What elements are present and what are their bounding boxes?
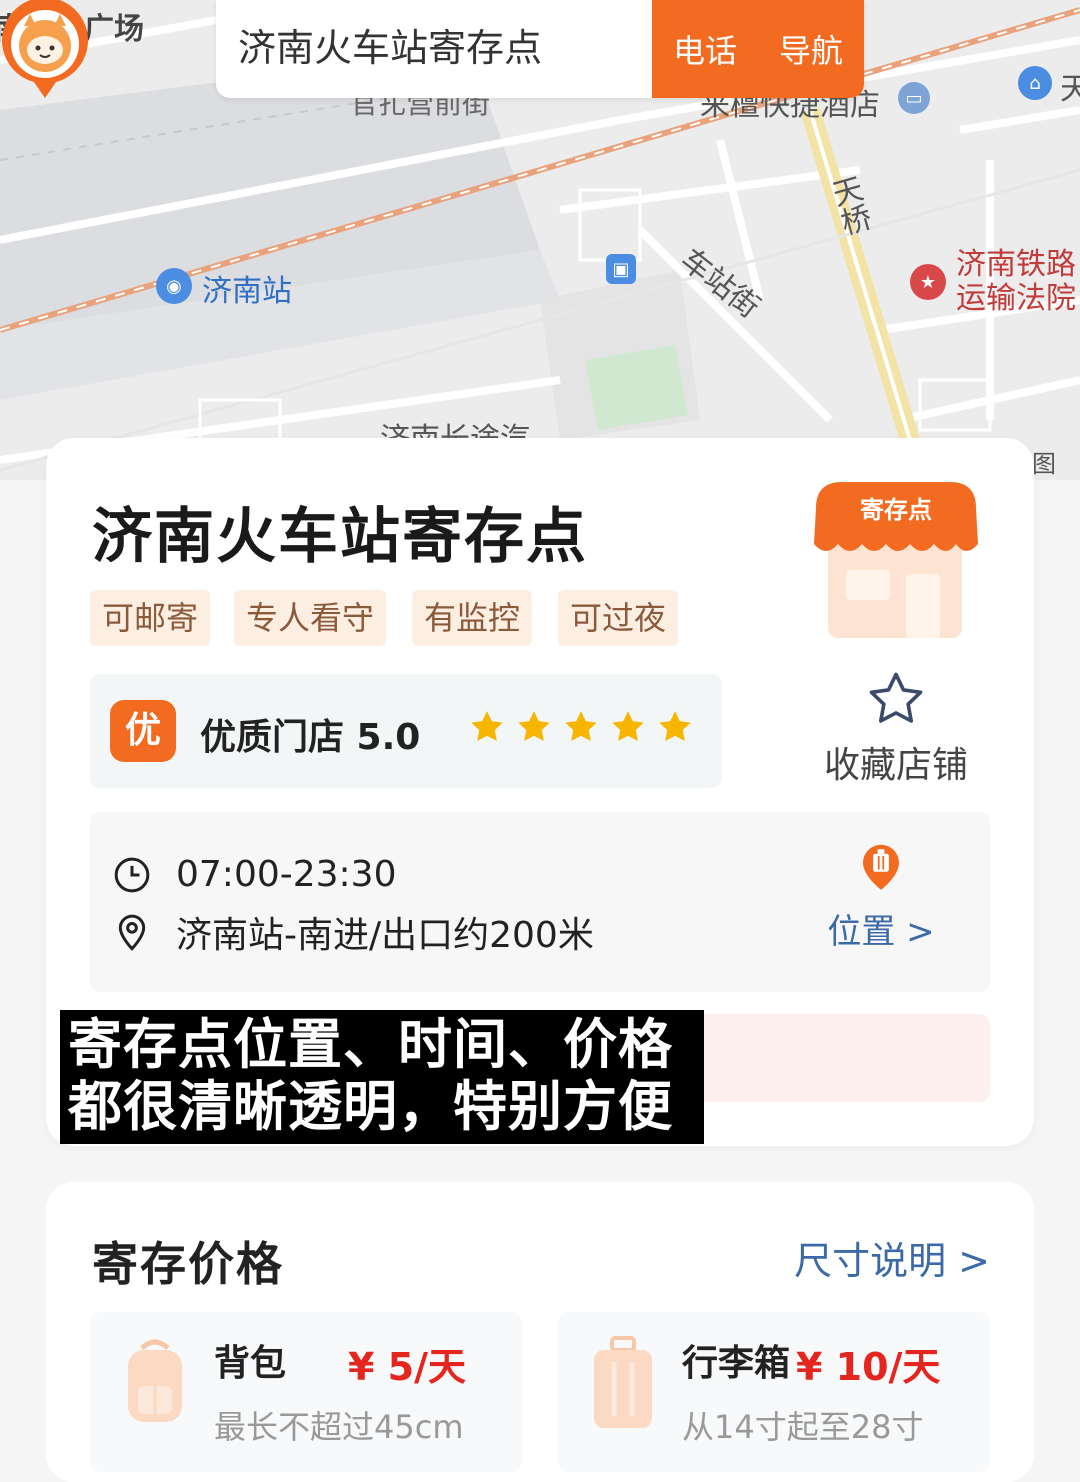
star-rating <box>468 708 694 746</box>
call-label: 电话 <box>672 32 737 70</box>
map-label-court-line1: 济南铁路 <box>956 247 1076 282</box>
caption-line-2: 都很清晰透明，特别方便 <box>68 1075 673 1138</box>
location-label: 位置 > <box>827 912 935 952</box>
video-caption: 寄存点位置、时间、价格 都很清晰透明，特别方便 <box>60 1010 704 1144</box>
star-filled-icon <box>471 711 503 741</box>
star-filled-icon <box>518 711 550 741</box>
tag-mail: 可邮寄 <box>90 590 211 646</box>
pricing-title: 寄存价格 <box>92 1237 284 1291</box>
bus-stop-icon: ▣ <box>606 254 636 284</box>
rating-box: 优 优质门店 5.0 <box>90 674 722 788</box>
address-text: 济南站-南进/出口约200米 <box>176 915 594 956</box>
price-item-backpack[interactable]: 背包 ¥ 5/天 最长不超过45cm <box>90 1312 522 1472</box>
navigate-button[interactable]: 导航 <box>220 0 864 98</box>
court-icon: ★ <box>910 264 946 300</box>
suitcase-desc: 从14寸起至28寸 <box>682 1408 924 1446</box>
backpack-name: 背包 <box>214 1343 287 1384</box>
hotel-icon: ▭ <box>898 82 930 114</box>
map-view[interactable]: 南站北广场 官扎营前街 来檀快捷酒店 ▭ ⌂ 天 ◉ 济南站 ▣ 车站街 天桥 … <box>0 0 1080 480</box>
tag-monitored: 有监控 <box>412 590 533 646</box>
backpack-icon <box>128 1339 182 1422</box>
star-filled-icon <box>565 711 597 741</box>
map-label-right-edge: 天 <box>1060 72 1080 107</box>
suitcase-price: ¥ 10/天 <box>796 1345 941 1389</box>
clock-icon <box>114 857 150 892</box>
storefront-illustration: 寄存点 <box>814 482 978 638</box>
tag-overnight: 可过夜 <box>558 590 679 646</box>
navigate-label: 导航 <box>778 32 843 70</box>
storefront-sign-text: 寄存点 <box>860 496 932 524</box>
tag-guarded: 专人看守 <box>234 590 387 646</box>
storage-location-pin-icon[interactable] <box>0 0 90 100</box>
topbar-actions: 电话 导航 <box>220 0 864 98</box>
rating-text: 优质门店 5.0 <box>200 717 421 758</box>
topbar-title: 济南火车站寄存点 <box>238 26 543 70</box>
map-label-edge-char: 图 <box>1032 450 1056 478</box>
luggage-pin-icon <box>863 844 899 890</box>
star-filled-icon <box>659 711 691 741</box>
home-icon: ⌂ <box>1018 66 1052 100</box>
star-filled-icon <box>612 711 644 741</box>
business-hours: 07:00-23:30 <box>176 854 397 895</box>
suitcase-icon <box>594 1336 652 1428</box>
backpack-desc: 最长不超过45cm <box>214 1408 464 1446</box>
price-item-suitcase[interactable]: 行李箱 ¥ 10/天 从14寸起至28寸 <box>558 1312 990 1472</box>
quality-badge: 优 <box>110 700 176 762</box>
favorite-label: 收藏店铺 <box>823 745 968 786</box>
hours-row: 07:00-23:30 <box>112 854 396 895</box>
address-row: 济南站-南进/出口约200米 <box>112 906 594 958</box>
suitcase-name: 行李箱 <box>682 1343 791 1384</box>
hours-address-box: 07:00-23:30 济南站-南进/出口约200米 位置 > <box>90 812 990 992</box>
shop-name: 济南火车站寄存点 <box>92 502 588 572</box>
train-station-icon: ◉ <box>156 268 192 304</box>
size-guide-link[interactable]: 尺寸说明 > <box>794 1230 990 1285</box>
call-button[interactable]: 电话 <box>220 0 758 98</box>
caption-line-1: 寄存点位置、时间、价格 <box>68 1013 673 1076</box>
star-outline-icon <box>869 672 923 723</box>
map-label-jinan-station[interactable]: 济南站 <box>202 266 292 310</box>
navigation-arrow-icon <box>220 4 246 30</box>
pricing-card: 寄存价格 尺寸说明 > 背包 ¥ 5/天 最长不超过45cm 行李箱 ¥ 10/… <box>46 1182 1034 1482</box>
backpack-price: ¥ 5/天 <box>348 1345 466 1389</box>
map-label-court-line2: 运输法院 <box>956 281 1076 316</box>
location-button[interactable]: 位置 > <box>826 838 936 953</box>
favorite-shop-button[interactable]: 收藏店铺 <box>816 668 976 788</box>
location-marker-icon <box>118 914 146 951</box>
top-bar: 济南火车站寄存点 电话 导航 <box>216 0 864 98</box>
